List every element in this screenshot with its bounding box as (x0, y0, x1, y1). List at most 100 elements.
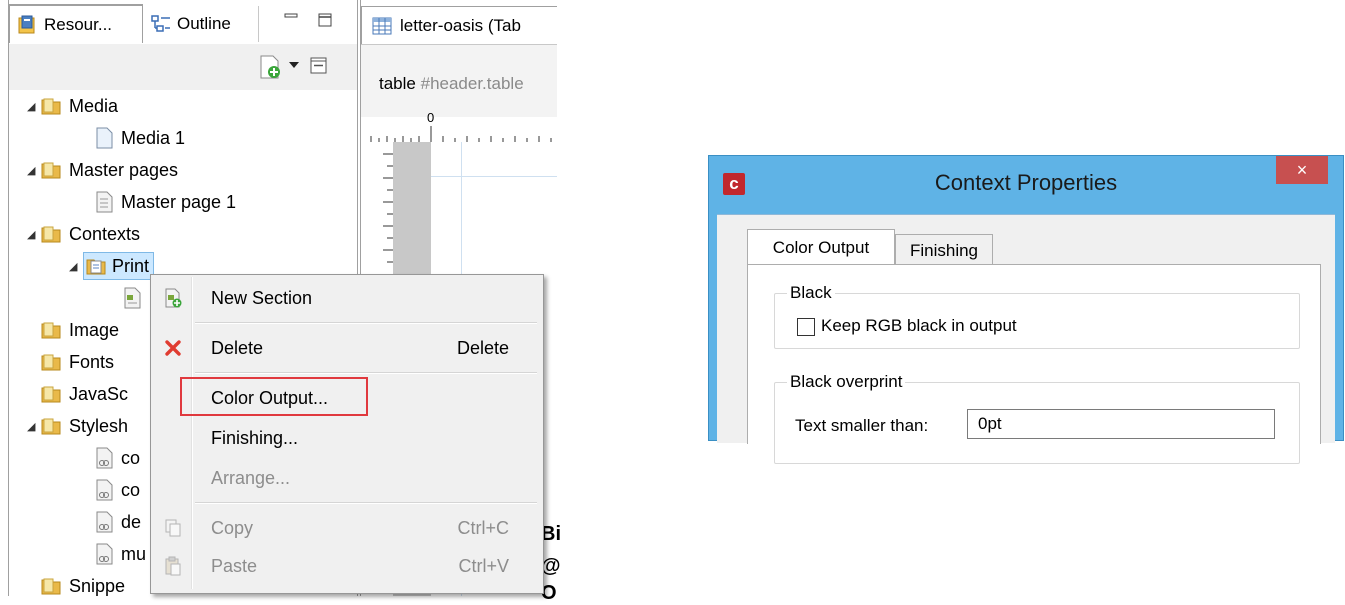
folder-icon (41, 354, 61, 371)
paste-icon (165, 556, 181, 576)
tree-item-label: Fonts (69, 351, 115, 372)
menu-item-shortcut: Ctrl+V (458, 555, 509, 576)
tab-content-color-output: Black Keep RGB black in output Black ove… (747, 264, 1321, 464)
resources-icon (18, 15, 35, 33)
tree-item-stylesheet-2[interactable]: co (95, 474, 140, 506)
tree-item-section[interactable] (123, 282, 149, 314)
tree-item-label: de (121, 511, 142, 532)
tree-item-stylesheets[interactable]: ◢ Stylesh (27, 410, 128, 442)
tab-resources-label: Resour... (44, 14, 113, 34)
group-black-overprint: Black overprint Text smaller than: (774, 372, 1300, 464)
tab-label: Finishing (909, 240, 979, 260)
text-smaller-than-input[interactable] (967, 409, 1275, 439)
expanded-arrow-icon[interactable]: ◢ (27, 228, 41, 241)
checkbox-label[interactable]: Keep RGB black in output (821, 316, 1017, 336)
context-menu: New Section Delete Delete Color Output..… (150, 274, 544, 594)
tree-item-master-pages[interactable]: ◢ Master pages (27, 154, 178, 186)
tree-item-label: Media (69, 95, 119, 116)
highlight-annotation-box (180, 377, 368, 416)
menu-item-label: Delete (211, 337, 264, 358)
menu-item-delete[interactable]: Delete Delete (151, 330, 543, 366)
tree-item-javascript[interactable]: JavaSc (41, 378, 128, 410)
menu-item-label: Paste (211, 555, 258, 576)
dialog-title-bar[interactable]: c Context Properties × (709, 156, 1343, 214)
breadcrumb-selector: #header.table (420, 74, 524, 93)
tab-label: Color Output (772, 238, 870, 257)
menu-item-label: Copy (211, 517, 254, 538)
tree-item-label: Media 1 (121, 127, 186, 148)
tree-item-print[interactable]: ◢ Print (69, 250, 155, 282)
menu-item-copy[interactable]: Copy Ctrl+C (151, 510, 543, 546)
expanded-arrow-icon[interactable]: ◢ (27, 164, 41, 177)
tree-item-snippets[interactable]: Snippe (41, 570, 125, 602)
menu-separator (195, 502, 537, 504)
menu-item-label: Finishing... (211, 427, 299, 448)
folder-icon (41, 418, 61, 435)
page-text-fragment: Bi (541, 523, 561, 545)
field-label: Text smaller than: (795, 416, 929, 435)
view-tab-bar: Resour... Outline (9, 0, 357, 45)
dropdown-arrow-icon[interactable] (287, 58, 301, 72)
folder-icon (41, 322, 61, 339)
tree-item-label: co (121, 479, 141, 500)
dialog-title: Context Properties (934, 170, 1118, 195)
menu-item-shortcut: Delete (456, 337, 509, 358)
tree-item-fonts[interactable]: Fonts (41, 346, 114, 378)
tree-item-contexts[interactable]: ◢ Contexts (27, 218, 140, 250)
menu-item-arrange[interactable]: Arrange... (151, 460, 543, 496)
new-resource-icon[interactable] (257, 54, 283, 80)
folder-icon (41, 386, 61, 403)
folder-icon (41, 98, 61, 115)
menu-item-paste[interactable]: Paste Ctrl+V (151, 548, 543, 584)
delete-x-icon (165, 340, 181, 356)
expanded-arrow-icon[interactable]: ◢ (69, 260, 83, 273)
tree-item-label: JavaSc (69, 383, 129, 404)
menu-item-finishing[interactable]: Finishing... (151, 420, 543, 456)
editor-tab-label: letter-oasis (Tab (400, 15, 521, 35)
expanded-arrow-icon[interactable]: ◢ (27, 100, 41, 113)
menu-item-label: New Section (211, 287, 313, 308)
tree-item-master-page-1[interactable]: Master page 1 (95, 186, 236, 218)
tree-item-label: Print (112, 255, 150, 276)
new-section-icon (165, 288, 182, 308)
menu-item-shortcut: Ctrl+C (457, 517, 509, 538)
context-properties-dialog: c Context Properties × Color Output Fini… (708, 155, 1344, 464)
master-page-icon (96, 191, 113, 213)
minimize-view-icon[interactable] (283, 12, 299, 24)
folder-icon (41, 162, 61, 179)
tree-item-images[interactable]: Image (41, 314, 119, 346)
section-icon (124, 287, 141, 309)
guide-line (431, 176, 557, 177)
close-button[interactable]: × (1276, 156, 1328, 184)
group-legend: Black overprint (787, 372, 906, 392)
editor-tab[interactable]: letter-oasis (Tab (361, 6, 557, 44)
tab-resources[interactable]: Resour... (9, 4, 143, 43)
stylesheet-icon (96, 543, 113, 565)
tree-item-label: Contexts (69, 223, 141, 244)
tree-item-media-1[interactable]: Media 1 (95, 122, 185, 154)
resources-toolbar (9, 44, 357, 90)
group-black: Black Keep RGB black in output (774, 283, 1300, 349)
breadcrumb-element: table (379, 74, 416, 93)
tab-finishing[interactable]: Finishing (895, 234, 993, 266)
collapse-all-icon[interactable] (309, 56, 329, 76)
tree-item-media[interactable]: ◢ Media (27, 90, 118, 122)
keep-rgb-black-checkbox[interactable] (797, 318, 815, 336)
tree-item-stylesheet-4[interactable]: mu (95, 538, 146, 570)
maximize-view-icon[interactable] (317, 12, 333, 28)
tree-item-label: Master page 1 (121, 191, 237, 212)
tab-outline[interactable]: Outline (145, 6, 259, 42)
tree-item-stylesheet-1[interactable]: co (95, 442, 140, 474)
tree-item-label: Image (69, 319, 120, 340)
breadcrumb[interactable]: table #header.table (379, 74, 524, 94)
page-icon (96, 127, 113, 149)
tab-color-output[interactable]: Color Output (747, 229, 895, 266)
table-icon (372, 17, 392, 34)
tree-item-stylesheet-3[interactable]: de (95, 506, 141, 538)
ruler-ticks (370, 126, 552, 142)
menu-item-new-section[interactable]: New Section (151, 280, 543, 316)
expanded-arrow-icon[interactable]: ◢ (27, 420, 41, 433)
group-legend: Black (787, 283, 835, 303)
menu-separator (195, 372, 537, 374)
folder-icon (41, 226, 61, 243)
